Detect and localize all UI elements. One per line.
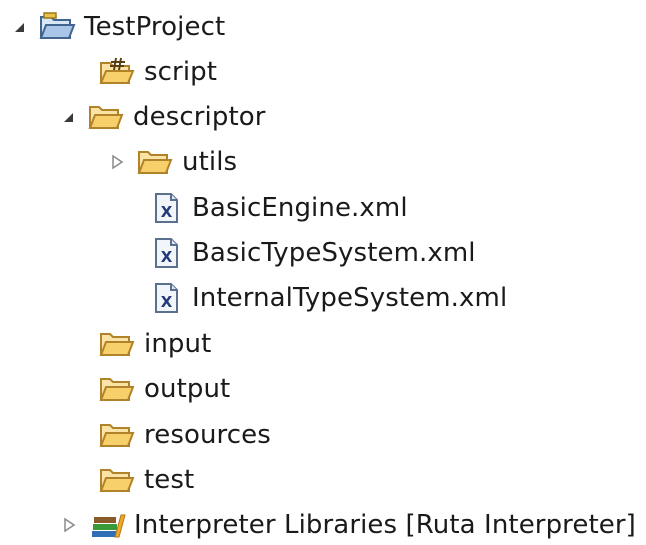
- tree-item-testproject[interactable]: TestProject: [8, 7, 225, 47]
- folder-icon: [87, 101, 125, 133]
- tree-item-label: input: [144, 329, 212, 359]
- svg-text:X: X: [161, 293, 173, 311]
- tree-item-label: BasicEngine.xml: [192, 193, 408, 223]
- tree-item-label: script: [144, 57, 218, 87]
- tree-item-label: utils: [182, 147, 238, 177]
- tree-item-interpreter-libraries[interactable]: Interpreter Libraries [Ruta Interpreter]: [58, 505, 636, 545]
- xml-file-icon: X: [146, 237, 184, 269]
- tree-item-descriptor[interactable]: descriptor: [57, 97, 266, 137]
- folder-icon: [98, 373, 136, 405]
- folder-icon: [98, 464, 136, 496]
- tree-item-label: test: [144, 465, 195, 495]
- xml-file-icon: X: [146, 192, 184, 224]
- collapsed-arrow-icon[interactable]: [58, 514, 80, 536]
- tree-item-label: resources: [144, 420, 271, 450]
- tree-item-label: output: [144, 374, 231, 404]
- tree-item-basicengine-xml[interactable]: X BasicEngine.xml: [116, 188, 408, 228]
- expanded-arrow-icon[interactable]: [8, 16, 30, 38]
- project-explorer-tree: TestProject script descriptor utils X Ba…: [0, 0, 646, 545]
- svg-text:X: X: [161, 248, 173, 266]
- folder-icon: [98, 328, 136, 360]
- tree-item-label: InternalTypeSystem.xml: [192, 283, 508, 313]
- tree-item-utils[interactable]: utils: [106, 142, 237, 182]
- tree-item-label: BasicTypeSystem.xml: [192, 238, 476, 268]
- tree-item-output[interactable]: output: [68, 369, 230, 409]
- tree-item-label: descriptor: [133, 102, 266, 132]
- svg-text:X: X: [161, 203, 173, 221]
- expanded-arrow-icon[interactable]: [57, 106, 79, 128]
- tree-item-basictypesystem-xml[interactable]: X BasicTypeSystem.xml: [116, 233, 476, 273]
- folder-icon: [98, 419, 136, 451]
- project-folder-icon: [38, 11, 76, 43]
- tree-item-label: Interpreter Libraries [Ruta Interpreter]: [134, 510, 636, 540]
- tree-item-internaltypesystem-xml[interactable]: X InternalTypeSystem.xml: [116, 278, 507, 318]
- tree-item-input[interactable]: input: [68, 324, 211, 364]
- script-folder-icon: [98, 56, 136, 88]
- tree-item-label: TestProject: [84, 12, 226, 42]
- tree-item-resources[interactable]: resources: [68, 415, 271, 455]
- tree-item-test[interactable]: test: [68, 460, 194, 500]
- xml-file-icon: X: [146, 282, 184, 314]
- collapsed-arrow-icon[interactable]: [106, 151, 128, 173]
- folder-icon: [136, 146, 174, 178]
- library-icon: [88, 509, 126, 541]
- tree-item-script[interactable]: script: [68, 52, 217, 92]
